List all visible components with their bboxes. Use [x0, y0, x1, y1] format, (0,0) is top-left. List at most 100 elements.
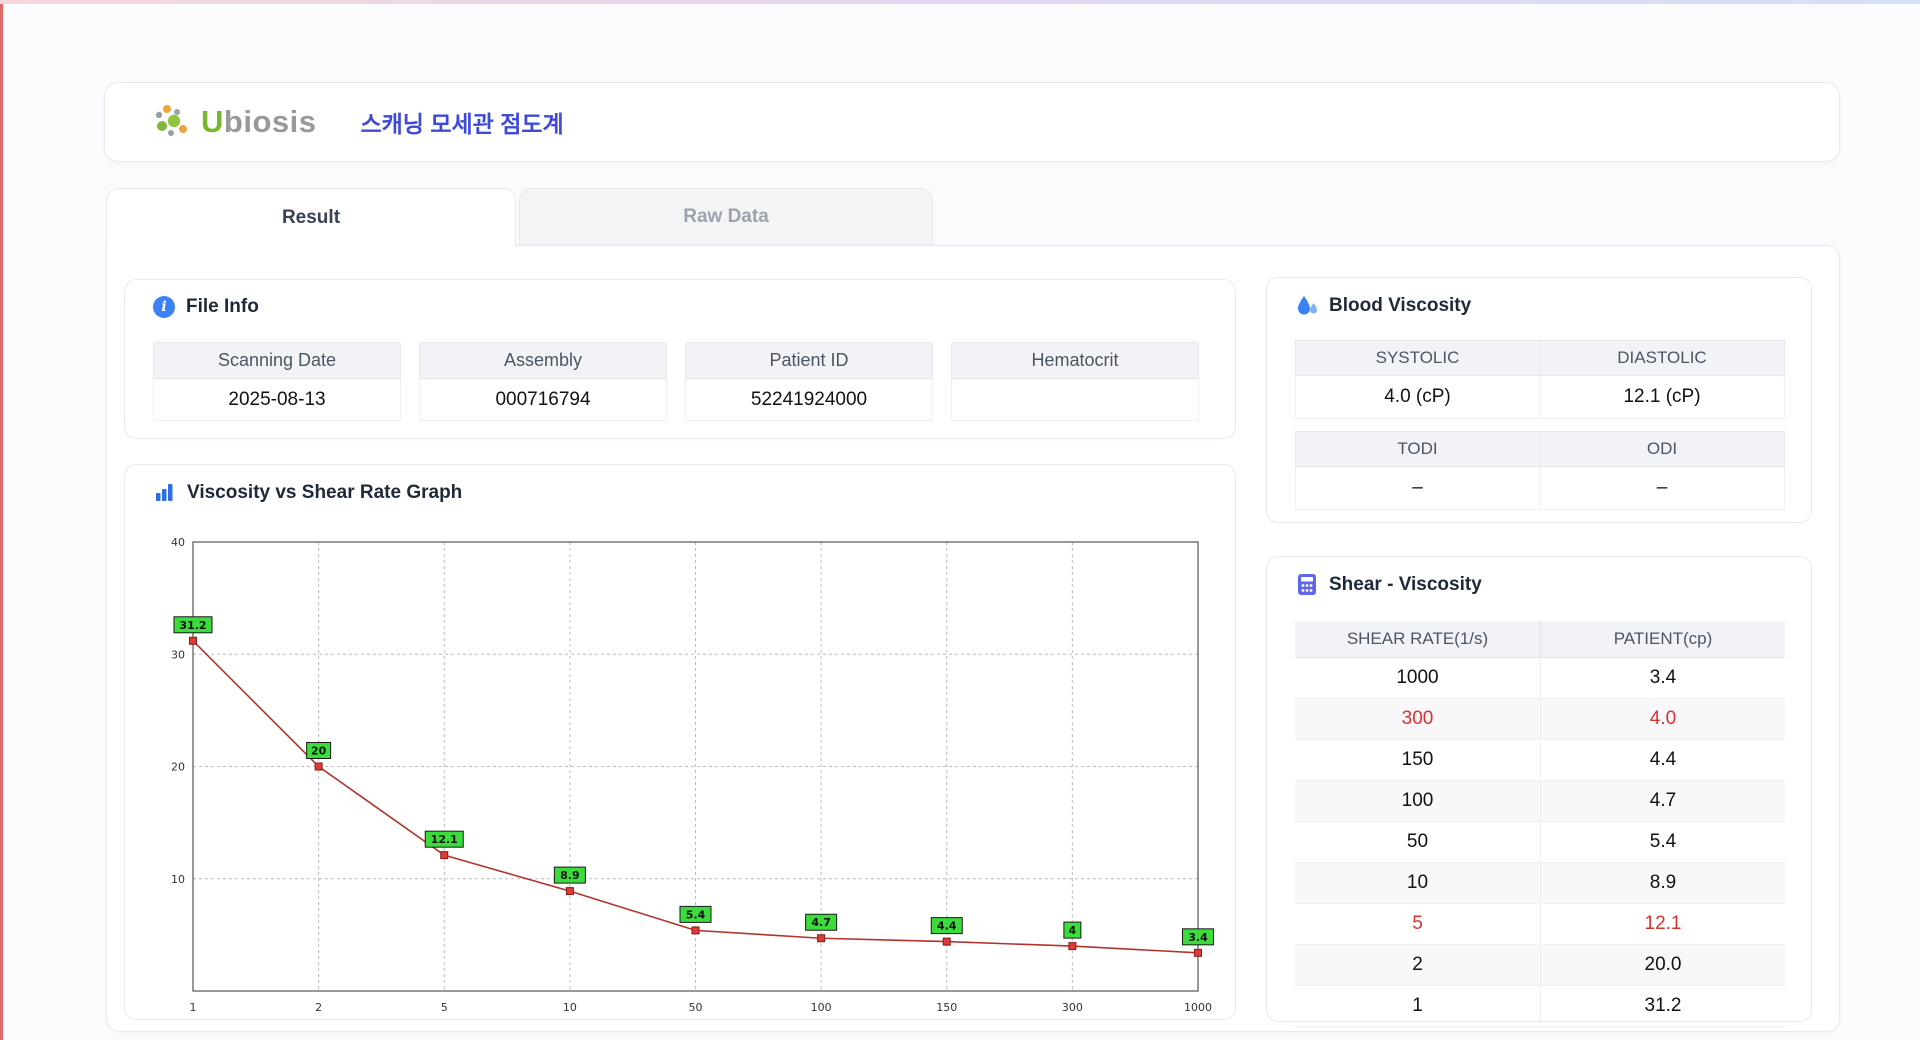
svg-text:1: 1: [190, 1001, 197, 1014]
calculator-icon: [1295, 573, 1318, 596]
blood-viscosity-title: Blood Viscosity: [1329, 294, 1472, 316]
tab-result[interactable]: Result: [106, 188, 516, 247]
chart-canvas: 31.2 20 12.1 8.9 5.4 4.7 4.4 4 3.4 1 2 5 10 50 100 150 3…: [171, 536, 1214, 1014]
svg-text:4.7: 4.7: [811, 916, 831, 929]
svg-text:12.1: 12.1: [431, 833, 458, 846]
cell-patient: 4.0: [1540, 699, 1785, 739]
metric-label: TODI: [1295, 431, 1540, 467]
cell-shear-rate: 300: [1401, 708, 1434, 729]
metric-label: SYSTOLIC: [1295, 340, 1540, 376]
logo-word-rest: biosis: [223, 104, 317, 139]
file-info-field: Patient ID 52241924000: [685, 342, 933, 421]
cell-patient: 20.0: [1540, 945, 1785, 985]
file-info-title-row: i File Info: [125, 280, 1235, 318]
svg-text:30: 30: [171, 648, 185, 661]
svg-text:2: 2: [315, 1001, 322, 1014]
shear-viscosity-card: Shear - Viscosity SHEAR RATE(1/s) PATIEN…: [1266, 556, 1812, 1027]
file-info-field: Scanning Date 2025-08-13: [153, 342, 401, 421]
svg-text:40: 40: [171, 536, 185, 549]
shear-viscosity-title-row: Shear - Viscosity: [1267, 557, 1811, 596]
shear-table-header: SHEAR RATE(1/s) PATIENT(cp): [1295, 621, 1785, 658]
metric-value: –: [1295, 467, 1540, 510]
metric-label: ODI: [1540, 431, 1785, 467]
file-info-title: File Info: [186, 296, 259, 317]
cell-patient: 5.4: [1540, 822, 1785, 862]
shear-viscosity-title: Shear - Viscosity: [1329, 573, 1482, 595]
cell-patient: 4.7: [1540, 781, 1785, 821]
metric-label: DIASTOLIC: [1540, 340, 1785, 376]
left-accent-bar: [0, 4, 3, 1040]
logo-dots-icon: [151, 104, 193, 140]
cell-shear-rate: 100: [1401, 790, 1434, 811]
table-row: 50 5.4: [1295, 822, 1785, 863]
cell-shear-rate: 1: [1412, 995, 1423, 1016]
blood-viscosity-grid: SYSTOLIC DIASTOLIC 4.0 (cP) 12.1 (cP) TODI OD…: [1295, 340, 1785, 522]
cell-patient: 4.4: [1540, 740, 1785, 780]
app-header: Ubiosis 스캐닝 모세관 점도계: [104, 82, 1840, 162]
bar-chart-icon: [153, 481, 176, 504]
graph-title: Viscosity vs Shear Rate Graph: [187, 481, 463, 503]
file-info-field: Hematocrit: [951, 342, 1199, 421]
blood-viscosity-title-row: Blood Viscosity: [1267, 278, 1811, 317]
table-row: 2 20.0: [1295, 945, 1785, 986]
graph-title-row: Viscosity vs Shear Rate Graph: [125, 465, 1235, 504]
svg-text:3.4: 3.4: [1188, 931, 1208, 944]
table-row: 5 12.1: [1295, 904, 1785, 945]
field-value: 2025-08-13: [153, 379, 401, 421]
file-info-field: Assembly 000716794: [419, 342, 667, 421]
cell-patient: 12.1: [1540, 904, 1785, 944]
table-row: 150 4.4: [1295, 740, 1785, 781]
column-shear-rate: SHEAR RATE(1/s): [1295, 621, 1540, 658]
cell-shear-rate: 50: [1406, 831, 1429, 852]
blood-viscosity-card: Blood Viscosity SYSTOLIC DIASTOLIC 4.0 (cP…: [1266, 277, 1812, 523]
field-label: Scanning Date: [153, 342, 401, 379]
ubiosis-logo: Ubiosis: [151, 104, 316, 140]
svg-text:20: 20: [171, 761, 185, 774]
tab-raw-data[interactable]: Raw Data: [519, 188, 933, 245]
table-row: 100 4.7: [1295, 781, 1785, 822]
file-info-fields: Scanning Date 2025-08-13 Assembly 000716794…: [153, 342, 1199, 421]
svg-text:20: 20: [311, 745, 327, 758]
metric-value: –: [1540, 467, 1785, 510]
svg-text:4: 4: [1069, 924, 1077, 937]
svg-text:1000: 1000: [1184, 1001, 1212, 1014]
table-row: 300 4.0: [1295, 699, 1785, 740]
cell-shear-rate: 1000: [1396, 667, 1439, 688]
cell-shear-rate: 5: [1412, 913, 1423, 934]
svg-text:150: 150: [936, 1001, 957, 1014]
cell-patient: 31.2: [1540, 986, 1785, 1026]
page-title: 스캐닝 모세관 점도계: [360, 111, 564, 137]
table-row: 10 8.9: [1295, 863, 1785, 904]
cell-shear-rate: 150: [1401, 749, 1434, 770]
cell-patient: 8.9: [1540, 863, 1785, 903]
metric-value: 4.0 (cP): [1295, 376, 1540, 419]
shear-table-body: 1000 3.4 300 4.0 150 4.4 100 4.7 50 5.4 10 8.9 5 12.1…: [1295, 658, 1785, 1027]
field-label: Patient ID: [685, 342, 933, 379]
file-info-card: i File Info Scanning Date 2025-08-13 Assem…: [124, 279, 1236, 439]
column-patient: PATIENT(cp): [1540, 621, 1785, 658]
blood-viscosity-pair: TODI ODI – –: [1295, 431, 1785, 510]
info-icon: i: [153, 296, 175, 318]
svg-text:5: 5: [441, 1001, 448, 1014]
svg-text:4.4: 4.4: [937, 920, 957, 933]
logo-letter-u: U: [201, 104, 224, 139]
svg-text:31.2: 31.2: [179, 619, 206, 632]
svg-text:8.9: 8.9: [560, 869, 580, 882]
svg-text:300: 300: [1062, 1001, 1083, 1014]
field-label: Hematocrit: [951, 342, 1199, 379]
svg-text:50: 50: [689, 1001, 703, 1014]
field-value: 52241924000: [685, 379, 933, 421]
svg-text:10: 10: [563, 1001, 577, 1014]
svg-text:5.4: 5.4: [686, 908, 706, 921]
cell-shear-rate: 10: [1406, 872, 1429, 893]
table-row: 1000 3.4: [1295, 658, 1785, 699]
water-drop-icon: [1295, 294, 1318, 317]
field-value: 000716794: [419, 379, 667, 421]
viscosity-graph-card: Viscosity vs Shear Rate Graph 31.2 20 12.1…: [124, 464, 1236, 1020]
top-accent-bar: [0, 0, 1920, 4]
blood-viscosity-pair: SYSTOLIC DIASTOLIC 4.0 (cP) 12.1 (cP): [1295, 340, 1785, 419]
shear-table: SHEAR RATE(1/s) PATIENT(cp) 1000 3.4 300 4.…: [1295, 621, 1785, 1027]
field-label: Assembly: [419, 342, 667, 379]
viscosity-chart: 31.2 20 12.1 8.9 5.4 4.7 4.4 4 3.4 1 2 5 10 50 100 150 3…: [151, 528, 1224, 1028]
svg-text:100: 100: [811, 1001, 832, 1014]
